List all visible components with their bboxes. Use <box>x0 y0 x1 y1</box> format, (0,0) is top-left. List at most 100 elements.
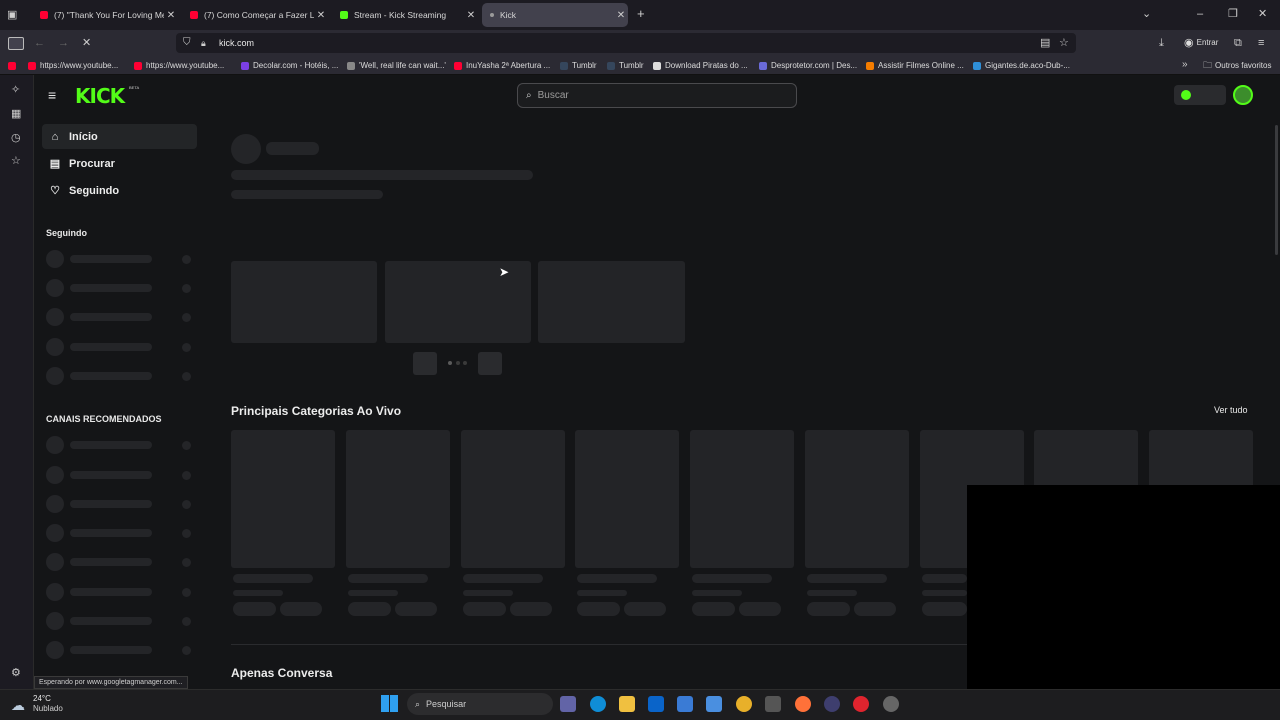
teams-icon[interactable] <box>560 696 576 712</box>
restore-window-icon[interactable]: ❐ <box>1228 8 1238 20</box>
edge-icon[interactable] <box>590 696 606 712</box>
bookmark-label: Outros favoritos <box>1215 61 1272 70</box>
app-icon[interactable] <box>765 696 781 712</box>
category-card-placeholder[interactable] <box>346 430 450 568</box>
tab-overflow-chevron-icon[interactable]: ⌄ <box>1142 8 1151 20</box>
bookmark-item[interactable]: Download Piratas do ... <box>653 59 748 72</box>
category-viewers-placeholder <box>233 590 283 596</box>
category-viewers-placeholder <box>463 590 513 596</box>
weather-temp[interactable]: 24°C <box>33 694 51 703</box>
category-card-placeholder[interactable] <box>690 430 794 568</box>
bookmark-item[interactable]: Tumblr <box>560 59 597 72</box>
carousel-next-button[interactable] <box>478 352 502 375</box>
app-icon[interactable] <box>706 696 722 712</box>
bookmark-label: Decolar.com - Hotéis, ... <box>253 61 339 70</box>
back-icon[interactable]: ← <box>34 37 45 49</box>
tab-title: Stream - Kick Streaming <box>354 10 447 20</box>
carousel-dot[interactable] <box>456 361 460 365</box>
channel-avatar-placeholder <box>46 250 64 268</box>
category-card-placeholder[interactable] <box>461 430 565 568</box>
opera-icon[interactable] <box>853 696 869 712</box>
see-all-link[interactable]: Ver tudo <box>1214 405 1248 415</box>
weather-desc[interactable]: Nublado <box>33 704 63 713</box>
browser-tab[interactable]: (7) "Thank You For Loving Me!" ✕ <box>32 3 178 27</box>
ai-chat-icon[interactable]: ✧ <box>11 84 20 96</box>
bookmark-item[interactable]: https://www.youtube... <box>134 59 224 72</box>
bookmark-item[interactable]: Gigantes.de.aco-Dub-... <box>973 59 1070 72</box>
bookmarks-overflow-icon[interactable]: » <box>1182 59 1188 71</box>
tab-list-icon[interactable]: ▣ <box>7 9 17 21</box>
channel-name-placeholder <box>70 500 152 508</box>
browser-tab-active[interactable]: Kick ✕ <box>482 3 628 27</box>
chat-section-title: Apenas Conversa <box>231 666 333 680</box>
carousel-dot[interactable] <box>463 361 467 365</box>
avatar[interactable] <box>1233 85 1253 105</box>
url-text[interactable]: kick.com <box>219 38 254 48</box>
file-explorer-icon[interactable] <box>619 696 635 712</box>
search-box[interactable]: ⌕ <box>517 83 797 108</box>
taskbar-search[interactable]: ⌕ Pesquisar <box>407 693 553 715</box>
weather-cloud-icon[interactable]: ☁ <box>11 697 25 714</box>
channel-name-placeholder <box>70 372 152 380</box>
nav-item-home[interactable]: ⌂ Início <box>42 124 197 149</box>
browser-tab[interactable]: Stream - Kick Streaming ✕ <box>332 3 478 27</box>
reader-view-icon[interactable]: ▤ <box>1040 37 1050 49</box>
bookmarks-icon[interactable]: ☆ <box>11 155 21 167</box>
chrome-icon[interactable] <box>736 696 752 712</box>
close-tab-icon[interactable]: ✕ <box>314 10 328 21</box>
bookmark-item[interactable]: 'Well, real life can wait...' <box>347 59 446 72</box>
carousel-card-placeholder[interactable] <box>231 261 377 343</box>
extensions-icon[interactable]: ⧉ <box>1234 37 1242 49</box>
close-tab-icon[interactable]: ✕ <box>464 10 478 21</box>
app-icon[interactable] <box>824 696 840 712</box>
kick-logo[interactable]: KICK <box>75 84 125 108</box>
close-window-icon[interactable]: ✕ <box>1258 8 1267 20</box>
scrollbar-thumb[interactable] <box>1275 125 1278 255</box>
history-icon[interactable]: ◷ <box>11 132 21 144</box>
close-tab-icon[interactable]: ✕ <box>614 10 628 21</box>
account-button[interactable]: ◉ Entrar <box>1184 36 1218 49</box>
image-favicon-icon <box>973 61 981 70</box>
bookmark-item[interactable]: https://www.youtube... <box>28 59 118 72</box>
sidebar-toggle-icon[interactable] <box>8 37 24 50</box>
close-tab-icon[interactable]: ✕ <box>164 10 178 21</box>
hamburger-menu-icon[interactable]: ≡ <box>48 88 56 102</box>
bookmark-item[interactable]: Tumblr <box>607 59 644 72</box>
category-card-placeholder[interactable] <box>805 430 909 568</box>
category-card-placeholder[interactable] <box>231 430 335 568</box>
new-tab-icon[interactable]: + <box>637 7 645 20</box>
other-bookmarks-folder[interactable]: 🗀︎ Outros favoritos <box>1203 59 1271 72</box>
carousel-card-placeholder[interactable] <box>385 261 531 343</box>
lock-icon[interactable]: 🔒︎ <box>201 37 206 49</box>
minimize-window-icon[interactable]: – <box>1197 8 1203 20</box>
url-bar[interactable]: ⛉ 🔒︎ kick.com ▤ ☆ <box>176 33 1076 53</box>
bookmark-item[interactable]: Assistir Filmes Online ... <box>866 59 964 72</box>
app-icon[interactable] <box>883 696 899 712</box>
bookmark-star-icon[interactable]: ☆ <box>1059 37 1069 49</box>
windows-start-icon[interactable] <box>381 695 398 712</box>
nav-item-following[interactable]: ♡ Seguindo <box>42 178 197 203</box>
menu-icon[interactable]: ≡ <box>1258 37 1264 49</box>
carousel-prev-button[interactable] <box>413 352 437 375</box>
nav-item-browse[interactable]: ▤ Procurar <box>42 151 197 176</box>
firefox-icon[interactable] <box>795 696 811 712</box>
store-icon[interactable] <box>677 696 693 712</box>
bookmark-item[interactable] <box>8 59 20 72</box>
synced-tabs-icon[interactable]: ▦ <box>11 108 21 120</box>
stop-loading-icon[interactable]: ✕ <box>82 37 91 49</box>
shield-icon[interactable]: ⛉ <box>183 37 191 49</box>
outlook-icon[interactable] <box>648 696 664 712</box>
bookmark-item[interactable]: InuYasha 2ª Abertura ... <box>454 59 550 72</box>
forward-icon[interactable]: → <box>58 37 69 49</box>
bookmark-item[interactable]: Decolar.com - Hotéis, ... <box>241 59 338 72</box>
bookmark-item[interactable]: Desprotetor.com | Des... <box>759 59 857 72</box>
search-input[interactable] <box>537 90 778 101</box>
customize-sidebar-icon[interactable]: ⚙ <box>11 667 21 679</box>
carousel-card-placeholder[interactable] <box>538 261 685 343</box>
download-icon[interactable]: ⤓ <box>1159 37 1164 49</box>
carousel-dot[interactable] <box>448 361 452 365</box>
category-card-placeholder[interactable] <box>575 430 679 568</box>
browser-tab[interactable]: (7) Como Começar a Fazer Live ✕ <box>182 3 328 27</box>
category-title-placeholder <box>577 574 657 583</box>
viewer-dot-placeholder <box>182 313 191 322</box>
